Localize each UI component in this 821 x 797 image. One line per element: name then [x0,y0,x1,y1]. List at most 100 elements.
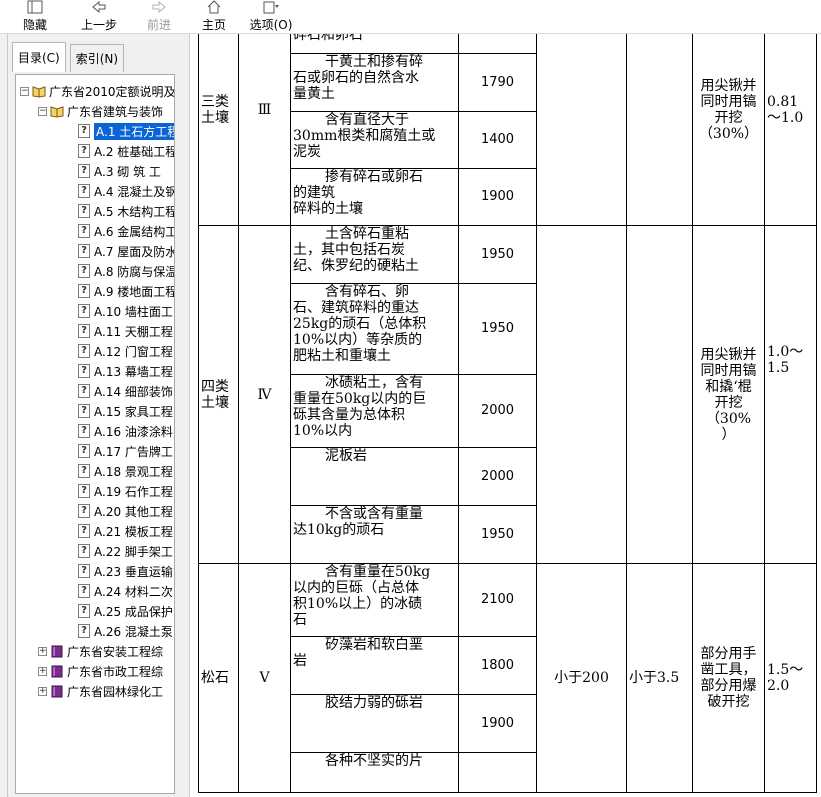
tree-item-6[interactable]: ? A.6 金属结构工 [16,221,174,241]
soil-description: 掺有碎石或卵石 的建筑 碎料的土壤 [290,168,459,226]
density-value: 1750 [458,34,537,54]
tree-item-label: A.4 混凝土及钢 [94,184,175,199]
help-page-icon: ? [78,284,90,298]
tree-item-5[interactable]: ? A.5 木结构工程 [16,201,175,221]
table-row: 松石 Ⅴ 含有重量在50kg 以内的巨砾（占总体 积10%以上）的冰碛石 2100 小于20… [198,563,817,793]
forward-label: 前进 [146,18,171,32]
help-page-icon: ? [78,184,90,198]
home-button[interactable]: 主页 [190,0,238,33]
soil-grade: Ⅲ [238,34,291,226]
description-first-line: 矽藻岩和软白垩 [325,637,423,653]
help-page-icon: ? [78,324,90,338]
home-icon [204,0,224,15]
closed-book-icon [51,665,63,677]
excavation-method: 部分用手 凿工具， 部分用爆 破开挖 [692,563,765,793]
tree-item-9[interactable]: ? A.9 楼地面工程 [16,281,175,301]
compressive-strength [536,225,627,564]
description-first-line: 土含碎石重粘 [325,226,409,242]
tree-item-10[interactable]: ? A.10 墙柱面工 [16,301,174,321]
soil-grade: Ⅳ [238,225,291,564]
tree-node-book-1[interactable]: + 广东省安装工程综 [16,641,174,661]
tree-node-label: 广东省园林绿化工 [67,684,164,699]
tree-item-label: A.15 家具工程 [94,404,173,419]
tree-node-label: 广东省2010定额说明及 [49,84,175,99]
tree-item-13[interactable]: ? A.13 幕墙工程 [16,361,174,381]
tree-item-label: A.5 木结构工程 [94,204,175,219]
tree-item-3[interactable]: ? A.3 砌 筑 工 [16,161,174,181]
expand-icon[interactable]: + [38,686,47,696]
help-page-icon: ? [78,344,90,358]
tree-item-24[interactable]: ? A.24 材料二次 [16,581,174,601]
tree-node-book-3[interactable]: + 广东省园林绿化工 [16,681,174,701]
tree-item-16[interactable]: ? A.16 油漆涂料 [16,421,174,441]
description-first-line: 掺有碎石或卵石 [325,169,423,185]
tree-item-label: A.1 土石方工程 [94,122,174,140]
hide-icon [25,0,45,15]
options-button[interactable]: 选项(O) [238,0,304,33]
help-page-icon: ? [78,204,90,218]
document-content: 三类土壤Ⅲ壁黏土，粘碎石，粒径为15-40mm的碎石和卵石1750 用尖锹并同时用… [190,34,821,797]
tree-item-11[interactable]: ? A.11 天棚工程 [16,321,174,341]
soil-description: 土含碎石重粘 土，其中包括石炭 纪、侏罗纪的硬粘土 [290,225,459,284]
hide-button[interactable]: 隐藏 [0,0,70,33]
tree-item-1[interactable]: ? A.1 土石方工程 [16,121,174,141]
back-button[interactable]: 上一步 [70,0,128,33]
tree-item-label: A.17 广告牌工 [94,444,173,459]
tree-item-label: A.21 模板工程 [94,524,173,539]
tree-item-7[interactable]: ? A.7 屋面及防水 [16,241,174,261]
tree-item-21[interactable]: ? A.21 模板工程 [16,521,174,541]
tree-item-label: A.26 混凝土泵 [94,624,173,639]
tree-item-15[interactable]: ? A.15 家具工程 [16,401,174,421]
help-page-icon: ? [78,164,90,178]
tree-item-label: A.16 油漆涂料 [94,424,173,439]
tree-item-18[interactable]: ? A.18 景观工程 [16,461,174,481]
tree-item-2[interactable]: ? A.2 桩基础工程 [16,141,174,161]
density-value: 1950 [458,505,537,564]
help-page-icon: ? [78,484,90,498]
tab-contents[interactable]: 目录(C) [12,42,66,72]
tree-item-4[interactable]: ? A.4 混凝土及钢 [16,181,175,201]
tree-node-book-2[interactable]: + 广东省市政工程综 [16,661,174,681]
tree-item-14[interactable]: ? A.14 细部装饰 [16,381,174,401]
soil-description: 不含或含有重量 达10kg的顽石 [290,505,459,564]
tree-item-label: A.9 楼地面工程 [94,284,175,299]
tree-item-8[interactable]: ? A.8 防腐与保温 [16,261,175,281]
soil-description: 含有碎石、卵 石、建筑碎料的重达 25kg的顽石（总体积 10%以内）等杂质的 肥粘土和… [290,283,459,375]
excavation-method: 用尖锹并 同时用镐 开挖 （30%） [692,34,765,226]
tree-item-label: A.24 材料二次 [94,584,173,599]
tree-item-22[interactable]: ? A.22 脚手架工 [16,541,174,561]
tree-item-19[interactable]: ? A.19 石作工程 [16,481,174,501]
tree-node-label: 广东省市政工程综 [67,664,164,679]
expand-icon[interactable]: + [38,646,47,656]
description-first-line: 各种不坚实的片 [325,753,423,769]
closed-book-icon [51,685,63,697]
soil-class-name: 松石 [198,563,239,793]
density-value: 1900 [458,168,537,226]
help-page-icon: ? [78,244,90,258]
tree-node-label: 广东省建筑与装饰 [67,104,164,119]
tree-item-12[interactable]: ? A.12 门窗工程 [16,341,174,361]
tree-node-root[interactable]: − 广东省2010定额说明及 [16,81,175,101]
coefficient: 1.5～ 2.0 [764,563,817,793]
tree-item-25[interactable]: ? A.25 成品保护 [16,601,174,621]
tree-node-sub-root[interactable]: − 广东省建筑与装饰 [16,101,174,121]
density-value: 2000 [458,374,537,448]
options-label: 选项(O) [249,18,293,32]
help-page-icon: ? [78,524,90,538]
tree-item-26[interactable]: ? A.26 混凝土泵 [16,621,174,641]
help-page-icon: ? [78,464,90,478]
description-first-line: 含有重量在50kg [325,564,431,580]
expand-icon[interactable]: + [38,666,47,676]
density-value: 1950 [458,225,537,284]
coefficient: 0.81 ～1.0 [764,34,817,226]
tree-item-17[interactable]: ? A.17 广告牌工 [16,441,174,461]
tree-item-23[interactable]: ? A.23 垂直运输 [16,561,174,581]
forward-button[interactable]: 前进 [128,0,190,33]
collapse-icon[interactable]: − [38,106,47,116]
density-value: 1800 [458,636,537,695]
tree-item-label: A.8 防腐与保温 [94,264,175,279]
tree-item-20[interactable]: ? A.20 其他工程 [16,501,174,521]
collapse-icon[interactable]: − [20,86,29,96]
contents-tree[interactable]: − 广东省2010定额说明及 − 广东省建筑与装饰 ? A.1 土石方工程? A.2… [15,74,175,794]
tab-index[interactable]: 索引(N) [69,44,125,72]
